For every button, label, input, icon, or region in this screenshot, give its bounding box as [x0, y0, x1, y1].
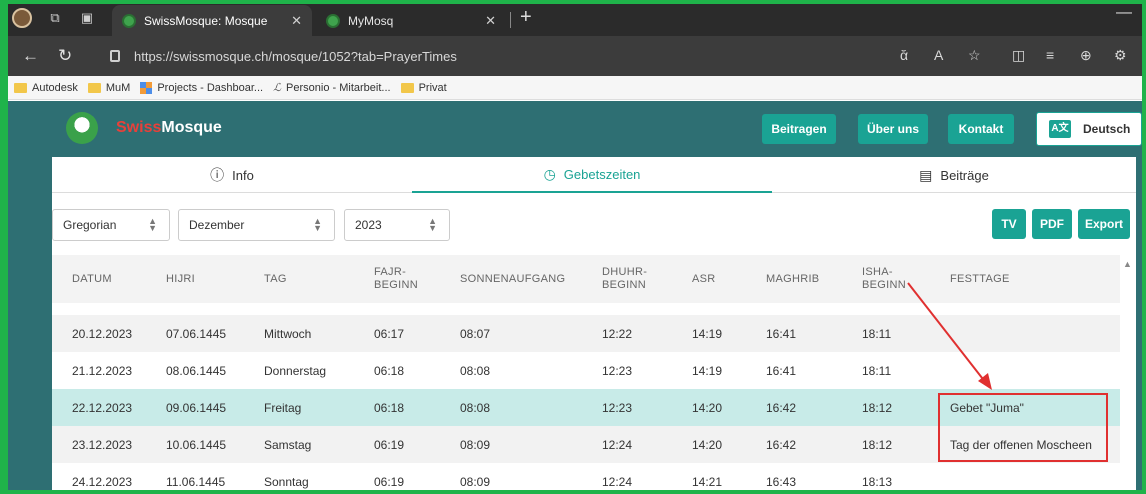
tv-button[interactable]: TV: [992, 209, 1026, 239]
table-header: DATUM HIJRI TAG FAJR- BEGINN SONNENAUFGAN…: [52, 255, 1120, 303]
translate-icon[interactable]: ᾰ: [900, 47, 908, 63]
browser-tab-swissmosque[interactable]: SwissMosque: Mosque ✕: [112, 5, 312, 36]
mymosq-favicon-icon: [326, 13, 340, 28]
month-select[interactable]: Dezember ▲ ▼: [178, 209, 335, 241]
bookmarks-bar: Autodesk MuM Projects - Dashboar... ℒ Per…: [0, 76, 1146, 100]
reload-icon[interactable]: ↻: [58, 46, 72, 66]
calendar-select[interactable]: Gregorian ▲ ▼: [52, 209, 170, 241]
prayer-times-card: ⓘ Info ◷ Gebetszeiten ▤ Beiträge Gregori…: [52, 157, 1136, 494]
read-aloud-icon[interactable]: A: [934, 47, 943, 63]
close-tab-icon[interactable]: ✕: [291, 13, 302, 29]
bookmark-personio[interactable]: ℒ Personio - Mitarbeit...: [273, 81, 390, 95]
section-tabs: ⓘ Info ◷ Gebetszeiten ▤ Beiträge: [52, 157, 1136, 193]
prayer-times-table: DATUM HIJRI TAG FAJR- BEGINN SONNENAUFGAN…: [52, 255, 1120, 494]
bookmark-autodesk[interactable]: Autodesk: [14, 82, 78, 94]
profile-avatar-icon[interactable]: [12, 8, 32, 28]
partial-row: [52, 303, 1120, 315]
bookmark-privat[interactable]: Privat: [400, 82, 447, 94]
bookmark-projects[interactable]: Projects - Dashboar...: [140, 81, 263, 94]
dashboard-icon: [140, 81, 153, 94]
folder-icon: [400, 82, 414, 93]
table-row[interactable]: 21.12.2023 08.06.1445 Donnerstag 06:18 0…: [52, 352, 1120, 389]
tab-gebetszeiten[interactable]: ◷ Gebetszeiten: [412, 157, 772, 193]
brand-name[interactable]: SwissMosque: [116, 119, 222, 137]
table-row[interactable]: 20.12.2023 07.06.1445 Mittwoch 06:17 08:…: [52, 315, 1120, 352]
pdf-button[interactable]: PDF: [1032, 209, 1072, 239]
url-text: https://swissmosque.ch/mosque/1052?tab=P…: [134, 48, 457, 64]
main-content: ⓘ Info ◷ Gebetszeiten ▤ Beiträge Gregori…: [0, 157, 1146, 494]
tab-actions-icon[interactable]: ▣: [78, 9, 96, 27]
col-datum: DATUM: [72, 272, 112, 285]
split-screen-icon[interactable]: ◫: [1012, 47, 1025, 64]
tab-separator: [510, 12, 511, 28]
table-row-highlighted[interactable]: 22.12.2023 09.06.1445 Freitag 06:18 08:0…: [52, 389, 1120, 426]
browser-tab-strip: ⧉ ▣ SwissMosque: Mosque ✕ MyMosq ✕ + —: [0, 0, 1146, 36]
col-maghrib: MAGHRIB: [766, 272, 820, 285]
chevron-up-down-icon: ▲ ▼: [148, 216, 157, 233]
lock-icon: [110, 50, 120, 62]
collections-icon[interactable]: ⊕: [1080, 47, 1092, 64]
url-field[interactable]: https://swissmosque.ch/mosque/1052?tab=P…: [96, 42, 876, 70]
col-fajr: FAJR- BEGINN: [374, 266, 418, 291]
tab-beitraege[interactable]: ▤ Beiträge: [772, 157, 1136, 193]
language-label: Deutsch: [1083, 122, 1131, 136]
close-tab-icon[interactable]: ✕: [485, 13, 496, 29]
favorite-star-icon[interactable]: ☆: [968, 47, 981, 64]
green-border-left: [0, 0, 8, 494]
translate-language-icon: A文: [1049, 120, 1071, 138]
site-header: SwissMosque Beitragen Über uns Kontakt A…: [0, 101, 1146, 157]
year-select[interactable]: 2023 ▲ ▼: [344, 209, 450, 241]
ueber-uns-button[interactable]: Über uns: [858, 114, 928, 144]
col-hijri: HIJRI: [166, 272, 195, 285]
col-dhuhr: DHUHR- BEGINN: [602, 266, 648, 291]
col-asr: ASR: [692, 272, 716, 285]
swissmosque-logo-icon[interactable]: [66, 112, 98, 144]
tab-info[interactable]: ⓘ Info: [52, 157, 412, 193]
export-button[interactable]: Export: [1078, 209, 1130, 239]
back-icon[interactable]: ←: [22, 46, 39, 66]
col-festtage: FESTTAGE: [950, 272, 1010, 285]
swissmosque-favicon-icon: [122, 13, 136, 28]
scroll-up-icon[interactable]: ▲: [1123, 259, 1132, 269]
folder-icon: [87, 82, 101, 93]
favorites-icon[interactable]: ≡: [1046, 47, 1054, 63]
browser-tab-mymosq[interactable]: MyMosq ✕: [316, 5, 506, 36]
beitragen-button[interactable]: Beitragen: [762, 114, 836, 144]
col-tag: TAG: [264, 272, 287, 285]
info-icon: ⓘ: [210, 167, 225, 183]
chevron-up-down-icon: ▲ ▼: [428, 216, 437, 233]
folder-icon: [14, 82, 27, 93]
tab-title: SwissMosque: Mosque: [144, 13, 268, 28]
tab-title: MyMosq: [348, 13, 394, 28]
clock-icon: ◷: [543, 165, 556, 182]
extensions-icon[interactable]: ⚙: [1114, 47, 1127, 64]
new-tab-icon[interactable]: +: [520, 6, 532, 29]
workspaces-icon[interactable]: ⧉: [46, 9, 64, 27]
col-isha: ISHA- BEGINN: [862, 266, 906, 291]
minimize-icon[interactable]: —: [1116, 4, 1132, 22]
language-selector[interactable]: A文 Deutsch: [1036, 112, 1142, 146]
table-row[interactable]: 23.12.2023 10.06.1445 Samstag 06:19 08:0…: [52, 426, 1120, 463]
bookmark-mum[interactable]: MuM: [87, 82, 130, 94]
chevron-up-down-icon: ▲ ▼: [313, 216, 322, 233]
kontakt-button[interactable]: Kontakt: [948, 114, 1014, 144]
col-sonnenaufgang: SONNENAUFGANG: [460, 272, 566, 285]
personio-icon: ℒ: [273, 82, 282, 94]
address-bar: ← ↻ https://swissmosque.ch/mosque/1052?t…: [0, 36, 1146, 76]
newspaper-icon: ▤: [919, 166, 933, 183]
table-scrollbar[interactable]: ▲: [1120, 255, 1136, 494]
table-row[interactable]: 24.12.2023 11.06.1445 Sonntag 06:19 08:0…: [52, 463, 1120, 494]
